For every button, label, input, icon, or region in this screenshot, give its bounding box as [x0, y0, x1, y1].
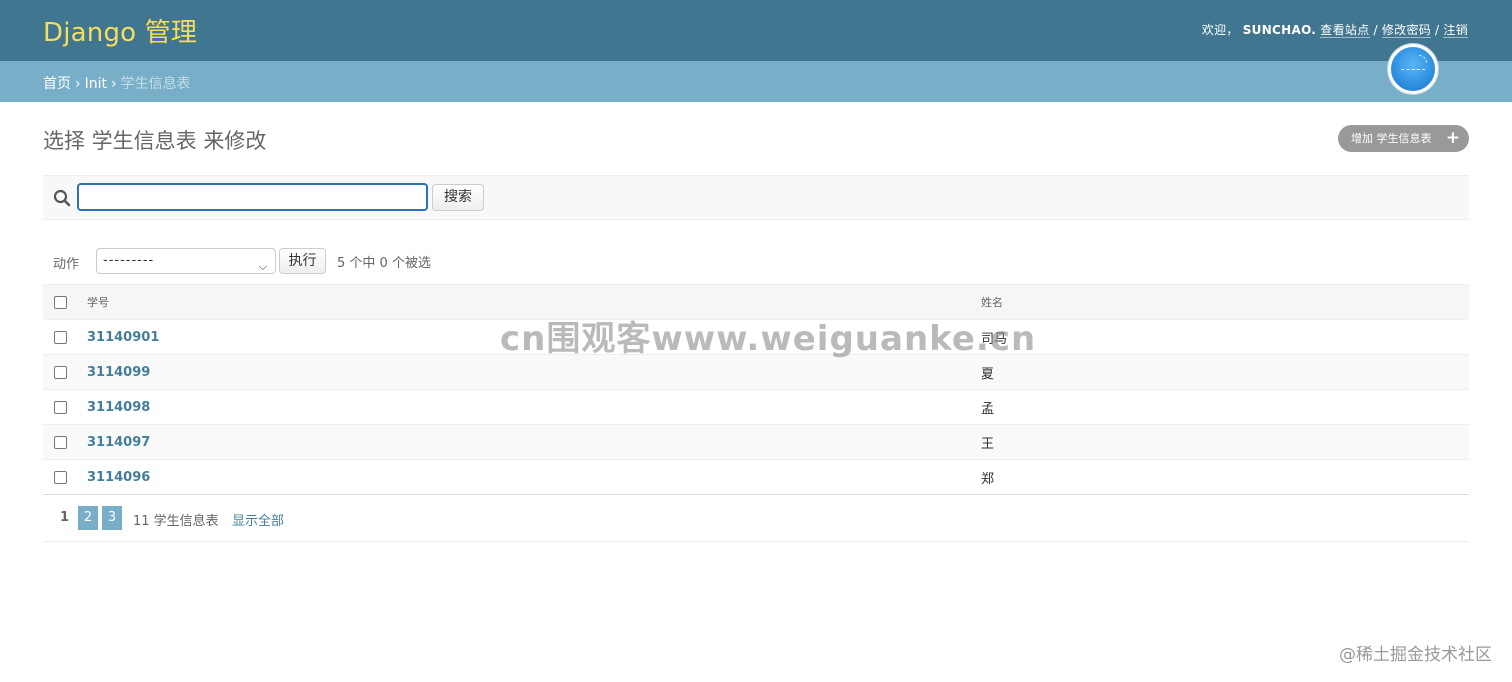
row-check-cell	[43, 389, 87, 425]
page-link-3[interactable]: 3	[102, 506, 122, 530]
show-all-link[interactable]: 显示全部	[232, 510, 284, 529]
paginator: 1 2 3 11 学生信息表 显示全部	[43, 496, 1469, 542]
header: Django 管理 欢迎， SUNCHAO. 查看站点 / 修改密码 / 注销	[0, 0, 1512, 61]
record-link[interactable]: 3114098	[87, 400, 150, 415]
table-row: 3114097 王	[43, 424, 1469, 460]
run-action-button[interactable]: 执行	[279, 248, 326, 274]
breadcrumb-separator: ›	[111, 76, 117, 92]
page-title: 选择 学生信息表 来修改	[43, 129, 267, 153]
row-checkbox[interactable]	[54, 400, 67, 414]
current-page: 1	[60, 510, 70, 525]
breadcrumb-home[interactable]: 首页	[43, 76, 71, 92]
row-checkbox[interactable]	[54, 435, 67, 449]
username: SUNCHAO.	[1242, 23, 1317, 37]
breadcrumb: 首页 › Init › 学生信息表	[0, 61, 1512, 102]
view-site-link[interactable]: 查看站点	[1320, 23, 1370, 38]
separator: /	[1435, 23, 1440, 37]
change-password-link[interactable]: 修改密码	[1381, 23, 1432, 38]
action-select-value: ---------	[103, 253, 155, 268]
name-cell: 司马	[981, 319, 1469, 355]
column-header-name[interactable]: 姓名	[981, 284, 1469, 320]
table-row: 3114096 郑	[43, 459, 1469, 495]
search-button[interactable]: 搜索	[432, 184, 484, 211]
logout-link[interactable]: 注销	[1443, 23, 1468, 38]
floating-assistant-icon[interactable]	[1388, 44, 1438, 94]
name-cell: 王	[981, 424, 1469, 460]
name-cell: 夏	[981, 354, 1469, 390]
add-record-label: 增加 学生信息表	[1351, 132, 1432, 145]
breadcrumb-separator: ›	[75, 76, 81, 92]
watermark-text: cn围观客www.weiguanke.cn	[500, 319, 1037, 359]
breadcrumb-current: 学生信息表	[120, 76, 191, 92]
name-cell: 孟	[981, 389, 1469, 425]
row-checkbox[interactable]	[54, 365, 67, 379]
widget-line	[1401, 69, 1425, 70]
corner-watermark: @稀土掘金技术社区	[1339, 645, 1492, 665]
add-record-button[interactable]: 增加 学生信息表 +	[1338, 125, 1469, 152]
site-branding[interactable]: Django 管理	[43, 12, 197, 49]
separator: /	[1373, 23, 1378, 37]
row-check-cell	[43, 319, 87, 355]
row-checkbox[interactable]	[54, 330, 67, 344]
action-select[interactable]: --------- ⌵	[96, 248, 276, 274]
record-link[interactable]: 31140901	[87, 330, 159, 345]
id-cell: 3114097	[87, 424, 981, 460]
search-icon	[53, 189, 71, 207]
row-check-cell	[43, 424, 87, 460]
breadcrumb-app[interactable]: Init	[85, 76, 107, 92]
widget-arc	[1419, 55, 1427, 63]
row-check-cell	[43, 354, 87, 390]
record-link[interactable]: 3114099	[87, 365, 150, 380]
user-tools: 欢迎， SUNCHAO. 查看站点 / 修改密码 / 注销	[1202, 21, 1468, 38]
row-check-cell	[43, 459, 87, 495]
page-link-2[interactable]: 2	[78, 506, 98, 530]
plus-icon: +	[1445, 128, 1460, 148]
id-cell: 3114098	[87, 389, 981, 425]
action-label: 动作	[53, 257, 80, 272]
name-cell: 郑	[981, 459, 1469, 495]
selection-counter: 5 个中 0 个被选	[337, 256, 431, 271]
record-link[interactable]: 3114096	[87, 470, 150, 485]
search-input[interactable]	[77, 183, 428, 211]
table-row: 3114098 孟	[43, 389, 1469, 425]
select-all-checkbox[interactable]	[54, 295, 67, 309]
actions-bar: 动作 --------- ⌵ 执行 5 个中 0 个被选	[43, 246, 1469, 276]
id-cell: 3114096	[87, 459, 981, 495]
row-checkbox[interactable]	[54, 470, 67, 484]
chevron-down-icon: ⌵	[258, 260, 268, 273]
search-toolbar: 搜索	[43, 175, 1469, 220]
welcome-text: 欢迎，	[1201, 23, 1239, 37]
result-count: 11 学生信息表	[133, 514, 219, 529]
record-link[interactable]: 3114097	[87, 435, 150, 450]
select-all-cell	[43, 284, 87, 320]
